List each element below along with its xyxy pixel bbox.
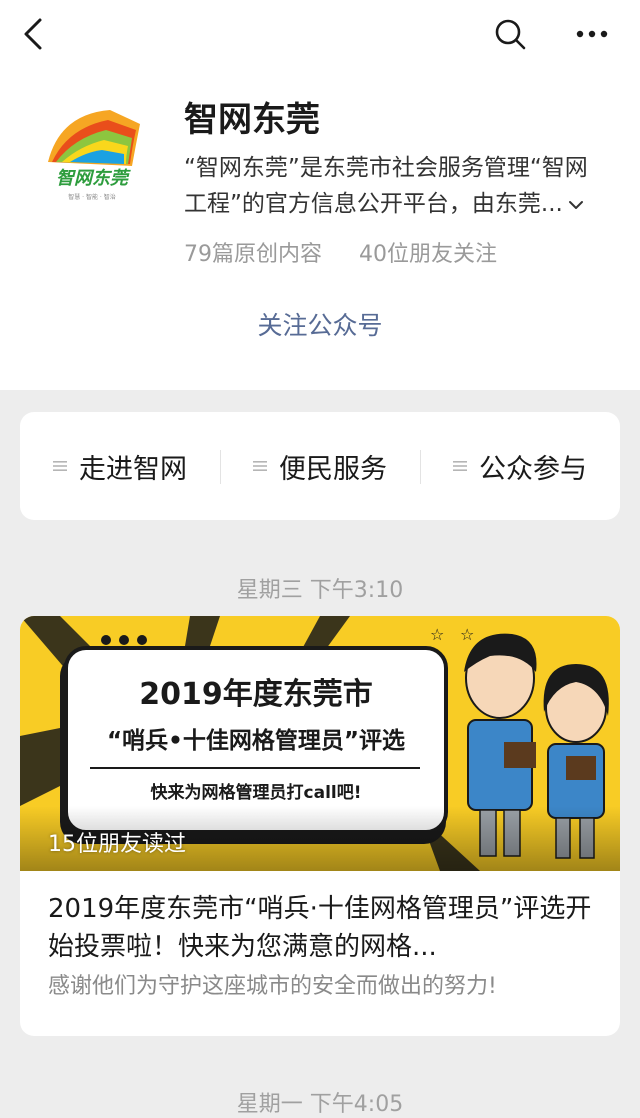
cover-tagline: 快来为网格管理员打call吧! [151, 782, 362, 803]
svg-text:智慧 · 智能 · 智治: 智慧 · 智能 · 智治 [68, 193, 115, 201]
menu-item-participate[interactable]: 公众参与 [420, 412, 620, 520]
menu-item-label: 走进智网 [79, 453, 187, 485]
account-header: 智网东莞 智慧 · 智能 · 智治 智网东莞 “智网东莞”是东莞市社会服务管理“… [0, 0, 640, 390]
friends-follow-count[interactable]: 40位朋友关注 [359, 242, 497, 267]
menu-icon [253, 461, 267, 471]
svg-text:智网东莞: 智网东莞 [56, 168, 131, 189]
account-logo[interactable]: 智网东莞 智慧 · 智能 · 智治 [40, 104, 144, 208]
menu-icon [53, 461, 67, 471]
message-timestamp: 星期一 下午4:05 [236, 1092, 404, 1117]
menu-item-services[interactable]: 便民服务 [220, 412, 420, 520]
message-timestamp: 星期三 下午3:10 [236, 578, 404, 603]
follow-button[interactable]: 关注公众号 [0, 306, 640, 342]
svg-text:☆: ☆ [460, 625, 474, 644]
nav-bar [0, 0, 640, 70]
svg-text:☆: ☆ [430, 625, 444, 644]
friends-read-count: 15位朋友读过 [48, 832, 186, 857]
menu-item-label: 便民服务 [279, 453, 387, 485]
account-menu: 走进智网 便民服务 公众参与 [20, 412, 620, 520]
account-description[interactable]: “智网东莞”是东莞市社会服务管理“智网工程”的官方信息公开平台，由东莞... [184, 150, 604, 222]
article-cover[interactable]: ☆ ☆ 2019年度东莞市 “哨兵•十佳网格管理员”评选 快来为网格管理员打ca… [20, 616, 620, 871]
account-stats: 79篇原创内容 40位朋友关注 [184, 236, 527, 268]
article-digest: 感谢他们为守护这座城市的安全而做出的努力! [48, 974, 497, 999]
account-description-text: “智网东莞”是东莞市社会服务管理“智网工程”的官方信息公开平台，由东莞... [184, 155, 588, 217]
menu-item-label: 公众参与 [479, 453, 587, 485]
cover-subtitle: “哨兵•十佳网格管理员”评选 [107, 727, 405, 754]
cover-title: 2019年度东莞市 [139, 677, 373, 712]
original-count: 79篇原创内容 [184, 242, 322, 267]
menu-item-about[interactable]: 走进智网 [20, 412, 220, 520]
account-name: 智网东莞 [184, 100, 320, 140]
menu-icon [453, 461, 467, 471]
article-card[interactable]: ☆ ☆ 2019年度东莞市 “哨兵•十佳网格管理员”评选 快来为网格管理员打ca… [20, 616, 620, 1036]
search-icon[interactable] [492, 16, 528, 52]
chevron-down-icon[interactable] [567, 196, 585, 214]
article-title[interactable]: 2019年度东莞市“哨兵·十佳网格管理员”评选开始投票啦！快来为您满意的网格..… [48, 890, 596, 966]
back-icon[interactable] [20, 16, 50, 52]
more-icon[interactable] [572, 18, 612, 50]
